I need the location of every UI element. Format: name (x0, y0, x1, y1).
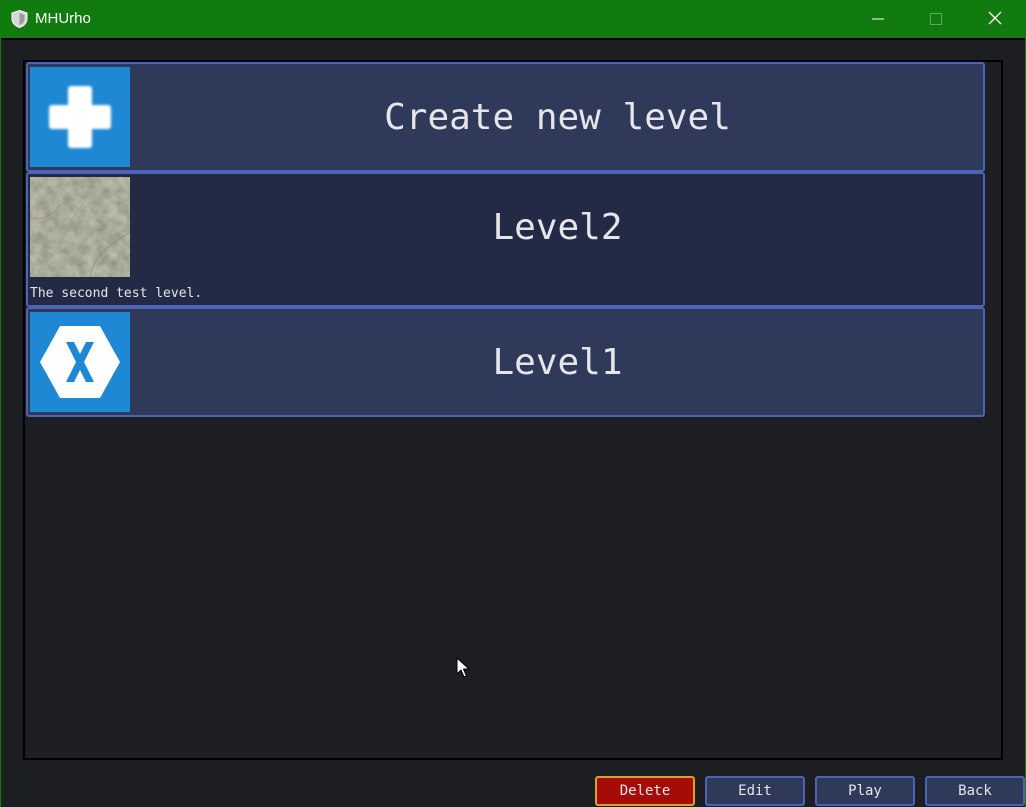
xamarin-logo-icon (30, 312, 130, 412)
level-description: The second test level. (30, 286, 203, 301)
minimize-button[interactable] (849, 0, 907, 38)
app-window: MHUrho Create new level Level2 The secon… (0, 0, 1026, 807)
close-icon (988, 10, 1002, 29)
app-shield-icon (11, 9, 28, 29)
level-name: Create new level (384, 97, 731, 138)
edit-button[interactable]: Edit (705, 776, 805, 806)
rock-texture-thumbnail (30, 177, 130, 277)
delete-button[interactable]: Delete (595, 776, 695, 806)
level-name: Level2 (492, 207, 623, 248)
minimize-icon (872, 10, 884, 29)
maximize-button[interactable] (907, 0, 965, 38)
plus-icon (30, 67, 130, 167)
mouse-cursor-icon (456, 657, 470, 679)
title-bar[interactable]: MHUrho (0, 0, 1026, 38)
level-list-item-level2[interactable]: Level2 The second test level. (26, 172, 985, 307)
window-title: MHUrho (35, 10, 91, 27)
maximize-icon (930, 10, 942, 29)
play-button[interactable]: Play (815, 776, 915, 806)
level-list-item-create-new[interactable]: Create new level (26, 62, 985, 172)
level-name: Level1 (492, 342, 623, 383)
level-list-item-level1[interactable]: Level1 (26, 307, 985, 417)
back-button[interactable]: Back (925, 776, 1025, 806)
close-button[interactable] (966, 0, 1024, 38)
